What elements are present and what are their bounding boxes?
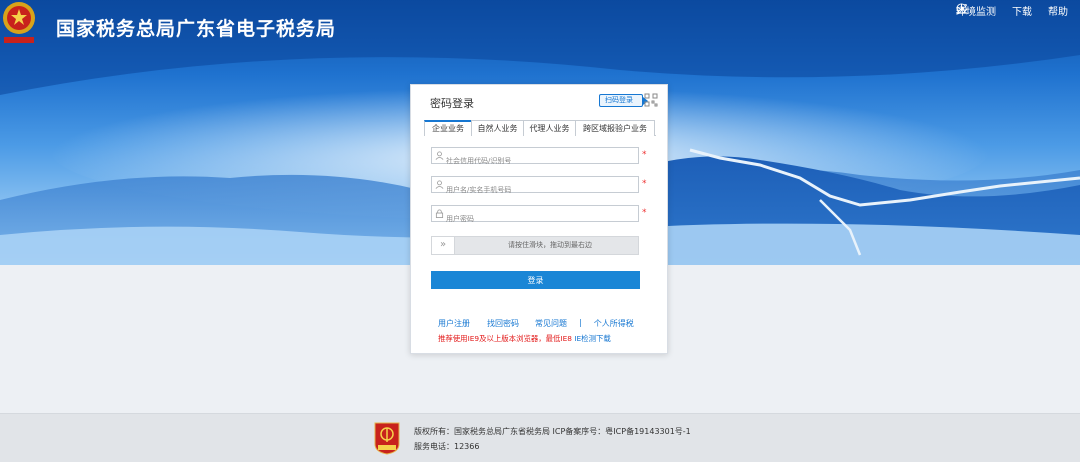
browser-recommendation: 推荐使用IE9及以上版本浏览器，最低IE8 (438, 334, 572, 343)
user-icon (435, 151, 444, 160)
site-title: 国家税务总局广东省电子税务局 (56, 18, 337, 40)
help-links: 用户注册 找回密码 常见问题 | 个人所得税 (438, 318, 648, 329)
download-label: 下载 (1012, 7, 1032, 18)
required-mark: * (642, 179, 647, 189)
ie-check-download-link[interactable]: IE检测下载 (574, 334, 610, 343)
tab-agent[interactable]: 代理人业务 (523, 120, 576, 136)
slider-hint: 请按住滑块，拖动到最右边 (508, 241, 592, 249)
svg-text:?: ? (960, 5, 963, 13)
recover-password-link[interactable]: 找回密码 (487, 318, 519, 329)
help-link[interactable]: ? 帮助 (956, 3, 1068, 18)
personal-income-tax-link[interactable]: 个人所得税 (594, 318, 634, 329)
username-input[interactable] (432, 182, 638, 198)
register-link[interactable]: 用户注册 (438, 318, 470, 329)
browser-note: 推荐使用IE9及以上版本浏览器，最低IE8 IE检测下载 (438, 333, 611, 344)
party-government-badge-icon[interactable] (373, 422, 401, 455)
credit-code-field (431, 147, 639, 169)
login-button[interactable]: 登录 (431, 271, 640, 289)
tab-enterprise[interactable]: 企业业务 (424, 120, 472, 136)
tax-emblem-logo (3, 2, 35, 43)
required-mark: * (642, 150, 647, 160)
tab-individual[interactable]: 自然人业务 (471, 120, 524, 136)
help-label: 帮助 (1048, 7, 1068, 18)
user-icon (435, 180, 444, 189)
login-title: 密码登录 (430, 97, 474, 110)
login-card: 密码登录 扫码登录 企业业务 自然人业务 代理人业务 跨区域报验户业务 * * … (410, 84, 668, 354)
help-icon: ? (956, 3, 967, 14)
login-tabs: 企业业务 自然人业务 代理人业务 跨区域报验户业务 (424, 120, 656, 136)
required-mark: * (642, 208, 647, 218)
lock-icon (435, 209, 444, 218)
faq-link[interactable]: 常见问题 (535, 318, 567, 329)
download-link[interactable]: 下载 (956, 3, 1032, 18)
tab-cross-region[interactable]: 跨区域报验户业务 (575, 120, 655, 136)
footer: 版权所有：国家税务总局广东省税务局 ICP备案序号：粤ICP备19143301号… (0, 413, 1080, 462)
username-field (431, 176, 639, 198)
link-separator: | (579, 318, 582, 327)
top-links: 环境监测 下载 ? 帮助 (956, 3, 1068, 18)
service-phone: 服务电话：12366 (414, 442, 480, 451)
copyright-info: 版权所有：国家税务总局广东省税务局 ICP备案序号：粤ICP备19143301号… (414, 427, 691, 436)
password-field (431, 205, 639, 227)
slider-handle[interactable]: » (432, 237, 455, 254)
password-input[interactable] (432, 211, 638, 227)
credit-code-input[interactable] (432, 153, 638, 169)
qr-login-tag[interactable]: 扫码登录 (599, 94, 648, 107)
qr-code-icon[interactable] (644, 93, 658, 107)
slider-captcha: » 请按住滑块，拖动到最右边 (431, 236, 639, 255)
